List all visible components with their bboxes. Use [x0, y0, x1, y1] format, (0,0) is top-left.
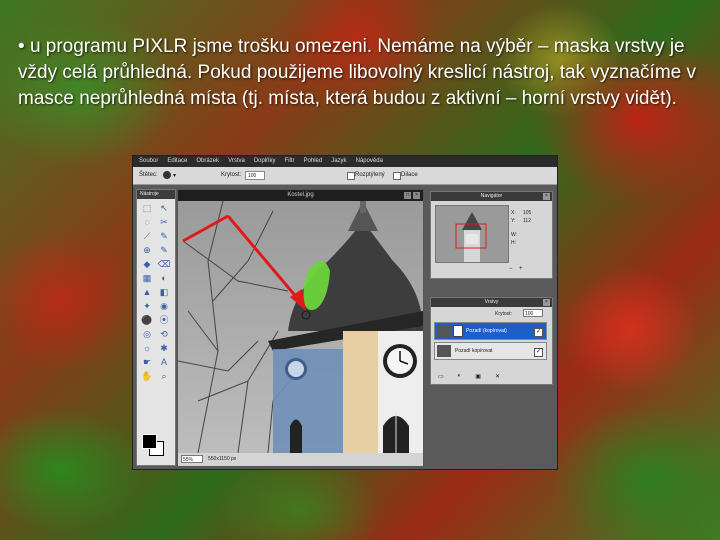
sharpen-tool-icon[interactable]: ◧ [157, 287, 171, 298]
smudge-tool-icon[interactable]: ✦ [140, 301, 154, 312]
layer-opacity-input[interactable]: 100 [523, 309, 543, 317]
crop-tool-icon[interactable]: ⬚ [140, 203, 154, 214]
pencil-tool-icon[interactable]: ✎ [157, 231, 171, 242]
zoom-tool-icon[interactable]: ⌕ [157, 371, 171, 382]
canvas-titlebar: Kostel.jpg □ × [178, 190, 423, 201]
layer-mask-thumbnail[interactable] [453, 325, 463, 337]
menu-item-adjust[interactable]: Doplňky [254, 156, 276, 167]
foreground-color-swatch[interactable] [142, 434, 157, 449]
layer-row-bottom[interactable]: Pozadí kopírovat ✓ [434, 342, 547, 360]
gradient-tool-icon[interactable]: ▦ [140, 273, 154, 284]
menu-item-view[interactable]: Pohled [304, 156, 323, 167]
layer-name: Pozadí (kopírovat) [466, 328, 507, 334]
pen-tool-icon[interactable]: ✎ [157, 245, 171, 256]
layer-mask-icon[interactable]: ▣ [475, 373, 481, 381]
zoom-out-icon[interactable]: − [509, 266, 513, 272]
lasso-tool-icon[interactable]: ✂ [157, 217, 171, 228]
brush-tool-icon[interactable]: ⊕ [140, 245, 154, 256]
wand-tool-icon[interactable]: ⟋ [140, 231, 154, 242]
move-tool-icon[interactable]: ↖ [157, 203, 171, 214]
spot-heal-tool-icon[interactable]: ⟲ [157, 329, 171, 340]
dodge-tool-icon[interactable]: ⦿ [157, 315, 171, 326]
navigator-thumbnail[interactable] [435, 205, 509, 263]
navigator-header: Navigátor × [431, 192, 552, 201]
dilation-label: Dilace [401, 172, 418, 178]
layer-visibility-checkbox[interactable]: ✓ [534, 328, 543, 337]
toolbox-title: Nástroje [137, 190, 175, 199]
drop-tool-icon[interactable]: ▲ [140, 287, 154, 298]
opacity-label: Krytost: [221, 172, 242, 178]
nav-w-label: W: [511, 232, 518, 238]
scattered-label: Rozptýlený [355, 172, 385, 178]
layers-panel: Vrstvy × Krytost: 100 Pozadí (kopírovat)… [430, 297, 553, 385]
layers-footer: ▭ ◐ ▣ ✕ [434, 373, 551, 381]
nav-y-label: Y: [511, 218, 516, 224]
menu-item-file[interactable]: Soubor [139, 156, 158, 167]
burn-tool-icon[interactable]: ⚫ [140, 315, 154, 326]
pinch-tool-icon[interactable]: ✱ [157, 343, 171, 354]
layer-name: Pozadí kopírovat [455, 348, 493, 354]
canvas-statusbar: 55% 550x1150 px [178, 453, 423, 466]
pixlr-screenshot: Soubor Editace Obrázek Vrstva Doplňky Fi… [132, 155, 558, 470]
fill-tool-icon[interactable]: ◆ [140, 259, 154, 270]
menu-item-edit[interactable]: Editace [167, 156, 187, 167]
opacity-input[interactable]: 100 [245, 171, 265, 180]
sponge-tool-icon[interactable]: ◉ [157, 301, 171, 312]
new-layer-icon[interactable]: ▭ [438, 373, 444, 381]
marquee-tool-icon[interactable]: ◌ [140, 217, 154, 228]
brush-preview-icon[interactable] [163, 171, 171, 179]
layers-close-icon[interactable]: × [543, 299, 550, 306]
menu-item-image[interactable]: Obrázek [196, 156, 219, 167]
redeye-tool-icon[interactable]: ◎ [140, 329, 154, 340]
brush-dropdown-icon[interactable]: ▾ [173, 172, 176, 179]
layer-style-icon[interactable]: ◐ [458, 373, 462, 381]
layers-header: Vrstvy × [431, 298, 552, 307]
color-replace-tool-icon[interactable]: ☛ [140, 357, 154, 368]
navigator-panel: Navigátor × X: 105 Y: 112 W: H: − + [430, 191, 553, 279]
menu-item-language[interactable]: Jazyk [331, 156, 346, 167]
menu-item-filter[interactable]: Filtr [285, 156, 295, 167]
zoom-input[interactable]: 55% [181, 455, 203, 463]
navigator-title: Navigátor [480, 193, 503, 199]
toolbox-panel: Nástroje ⬚ ↖ ◌ ✂ ⟋ ✎ ⊕ ✎ ◆ ⌫ ▦ ◐ ▲ ◧ ✦ ◉… [136, 189, 176, 466]
image-dimensions: 550x1150 px [208, 456, 237, 462]
slide-text-block: • u programu PIXLR jsme trošku omezeni. … [18, 34, 708, 112]
navigator-close-icon[interactable]: × [543, 193, 550, 200]
maximize-icon[interactable]: □ [404, 192, 411, 199]
navigator-preview [436, 206, 508, 262]
menu-bar: Soubor Editace Obrázek Vrstva Doplňky Fi… [133, 156, 557, 167]
tool-grid: ⬚ ↖ ◌ ✂ ⟋ ✎ ⊕ ✎ ◆ ⌫ ▦ ◐ ▲ ◧ ✦ ◉ ⚫ ⦿ ◎ ⟲ … [140, 203, 172, 382]
hand-tool-icon[interactable]: ✋ [140, 371, 154, 382]
dilation-checkbox[interactable] [393, 172, 401, 180]
menu-item-help[interactable]: Nápověda [356, 156, 383, 167]
scattered-checkbox[interactable] [347, 172, 355, 180]
brush-label: Štětec: [139, 172, 158, 178]
options-bar: Štětec: ▾ Krytost: 100 Rozptýlený Dilace [133, 167, 557, 185]
menu-item-layer[interactable]: Vrstva [228, 156, 245, 167]
eraser-tool-icon[interactable]: ⌫ [157, 259, 171, 270]
canvas-window: Kostel.jpg □ × 55% 550x1150 px [177, 189, 424, 467]
zoom-in-icon[interactable]: + [519, 266, 523, 272]
layer-opacity-label: Krytost: [495, 311, 512, 317]
bullet: • [18, 36, 25, 57]
layer-row-top[interactable]: Pozadí (kopírovat) ✓ [434, 322, 547, 340]
church-photo [178, 201, 423, 453]
clone-tool-icon[interactable]: ◐ [157, 273, 171, 284]
canvas-title: Kostel.jpg [287, 192, 314, 198]
slide-paragraph: u programu PIXLR jsme trošku omezeni. Ne… [18, 36, 696, 109]
close-icon[interactable]: × [413, 192, 420, 199]
nav-h-label: H: [511, 240, 516, 246]
delete-layer-icon[interactable]: ✕ [495, 373, 500, 381]
bloat-tool-icon[interactable]: ☼ [140, 343, 154, 354]
layers-title: Vrstvy [484, 299, 499, 305]
nav-x-value: 105 [523, 210, 532, 216]
nav-y-value: 112 [523, 218, 531, 224]
layer-thumbnail [437, 325, 451, 337]
type-tool-icon[interactable]: A [157, 357, 171, 368]
nav-x-label: X: [511, 210, 516, 216]
image-canvas[interactable] [178, 201, 423, 453]
layer-visibility-checkbox[interactable]: ✓ [534, 348, 543, 357]
layer-thumbnail [437, 345, 451, 357]
